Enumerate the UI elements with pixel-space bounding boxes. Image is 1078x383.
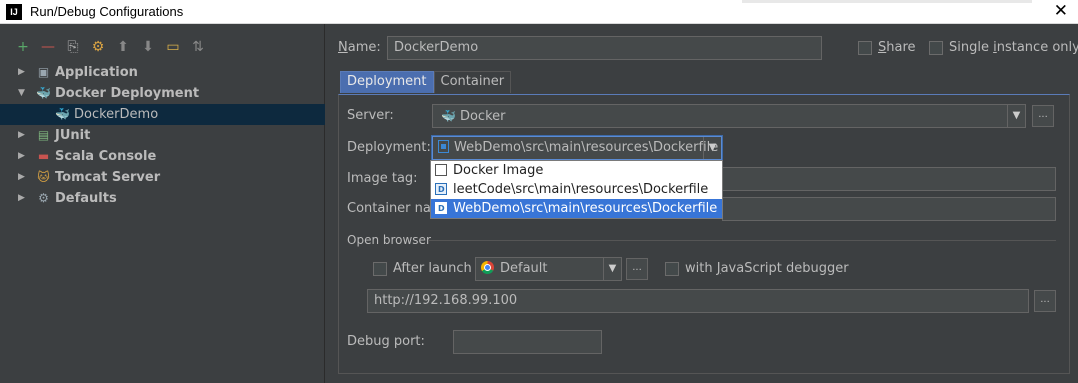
deployment-combo[interactable]: WebDemo\src\main\resources\Dockerfile ▼: [432, 136, 722, 160]
configuration-editor: Name: DockerDemo Share Single instance o…: [326, 24, 1078, 383]
name-field[interactable]: DockerDemo: [387, 36, 822, 60]
dockerfile-icon: [435, 180, 447, 199]
deployment-label: Deployment:: [347, 140, 431, 155]
settings-icon[interactable]: ⚙: [89, 38, 107, 56]
dropdown-option[interactable]: Docker Image: [431, 161, 722, 180]
single-instance-checkbox[interactable]: [929, 41, 943, 55]
server-combo[interactable]: 🐳 Docker ▼: [432, 104, 1026, 128]
defaults-icon: ⚙: [38, 191, 49, 205]
tree-item[interactable]: ▶ ▣ Application: [0, 62, 325, 83]
container-name-field[interactable]: [722, 197, 1056, 221]
chevron-down-icon: ▼: [1007, 105, 1025, 127]
chrome-icon: [481, 261, 494, 274]
docker-icon: 🐳: [55, 107, 70, 121]
add-icon[interactable]: +: [14, 38, 32, 56]
dockerfile-icon: [438, 140, 449, 153]
chevron-right-icon[interactable]: ▶: [18, 188, 25, 209]
tree-item-label: Docker Deployment: [55, 86, 200, 101]
image-tag-field[interactable]: [722, 167, 1056, 191]
tree-item[interactable]: ▶ 🐱 Tomcat Server: [0, 167, 325, 188]
move-down-icon[interactable]: ⬇: [139, 38, 157, 56]
background-window-edge: [742, 0, 1032, 3]
browser-combo[interactable]: Default ▼: [475, 257, 622, 281]
tree-item-label: Defaults: [55, 191, 117, 206]
image-tag-label: Image tag:: [347, 171, 418, 186]
browser-url-field[interactable]: http://192.168.99.100: [367, 289, 1029, 313]
dropdown-option-label: leetCode\src\main\resources\Dockerfile: [453, 182, 709, 197]
url-browse-button[interactable]: ...: [1034, 290, 1056, 312]
chevron-down-icon: ▼: [603, 258, 621, 280]
tree-item-label: DockerDemo: [74, 107, 159, 122]
share-label: Share: [878, 40, 916, 55]
debug-port-field[interactable]: [453, 330, 602, 354]
copy-icon[interactable]: ⎘: [64, 38, 82, 56]
docker-icon: 🐳: [36, 86, 51, 100]
tree-item-label: Tomcat Server: [55, 170, 161, 185]
docker-icon: 🐳: [441, 109, 456, 123]
tree-item-label: Scala Console: [55, 149, 157, 164]
tomcat-icon: 🐱: [37, 170, 50, 184]
image-icon: [435, 164, 447, 176]
after-launch-label: After launch: [393, 261, 472, 276]
chevron-down-icon[interactable]: ▼: [18, 83, 25, 104]
tree-item[interactable]: 🐳 DockerDemo: [0, 104, 325, 125]
tree-item[interactable]: ▶ ▬ Scala Console: [0, 146, 325, 167]
remove-icon[interactable]: —: [39, 38, 57, 56]
dropdown-option-label: Docker Image: [453, 163, 544, 178]
chevron-right-icon[interactable]: ▶: [18, 167, 25, 188]
after-launch-checkbox[interactable]: [373, 262, 387, 276]
chevron-right-icon[interactable]: ▶: [18, 62, 25, 83]
scala-icon: ▬: [37, 149, 50, 163]
folder-icon[interactable]: ▭: [164, 38, 182, 56]
tab-deployment[interactable]: Deployment: [340, 71, 434, 93]
open-browser-section-title: Open browser: [347, 233, 431, 247]
server-browse-button[interactable]: ...: [1032, 105, 1054, 127]
editor-tabs: Deployment Container: [340, 71, 512, 93]
move-up-icon[interactable]: ⬆: [114, 38, 132, 56]
tree-item-label: JUnit: [55, 128, 91, 143]
configurations-sidebar: + — ⎘ ⚙ ⬆ ⬇ ▭ ⇅ ▶ ▣ Application ▼ 🐳 Docker Deploymen…: [0, 24, 325, 383]
junit-icon: ▤: [37, 128, 50, 142]
deployment-dropdown-list: Docker Image leetCode\src\main\resources\…: [430, 160, 723, 219]
server-label: Server:: [347, 108, 394, 123]
chevron-right-icon[interactable]: ▶: [18, 125, 25, 146]
browser-settings-button[interactable]: ...: [626, 258, 648, 280]
dropdown-option[interactable]: WebDemo\src\main\resources\Dockerfile: [431, 199, 722, 218]
sort-icon[interactable]: ⇅: [189, 38, 207, 56]
tree-item[interactable]: ▶ ▤ JUnit: [0, 125, 325, 146]
tree-item[interactable]: ▼ 🐳 Docker Deployment: [0, 83, 325, 104]
single-instance-label: Single instance only: [949, 40, 1078, 55]
title-bar: IJ Run/Debug Configurations ✕: [0, 0, 1078, 24]
js-debugger-label: with JavaScript debugger: [685, 261, 849, 276]
js-debugger-checkbox[interactable]: [665, 262, 679, 276]
debug-port-label: Debug port:: [347, 334, 425, 349]
share-checkbox[interactable]: [858, 41, 872, 55]
name-label: Name:: [338, 40, 381, 55]
configuration-tree: ▶ ▣ Application ▼ 🐳 Docker Deployment 🐳 DockerD…: [0, 62, 325, 209]
tree-item[interactable]: ▶ ⚙ Defaults: [0, 188, 325, 209]
close-icon[interactable]: ✕: [1054, 1, 1068, 21]
intellij-app-icon: IJ: [6, 4, 22, 20]
tree-item-label: Application: [55, 65, 138, 80]
chevron-right-icon[interactable]: ▶: [18, 146, 25, 167]
dropdown-option-label: WebDemo\src\main\resources\Dockerfile: [453, 201, 718, 216]
window-title: Run/Debug Configurations: [30, 4, 184, 19]
section-divider: [428, 240, 1056, 241]
tab-container[interactable]: Container: [433, 71, 512, 93]
sidebar-toolbar: + — ⎘ ⚙ ⬆ ⬇ ▭ ⇅: [14, 38, 207, 56]
dropdown-option[interactable]: leetCode\src\main\resources\Dockerfile: [431, 180, 722, 199]
chevron-down-icon: ▼: [703, 137, 721, 159]
application-icon: ▣: [37, 65, 50, 79]
dockerfile-icon: [435, 199, 447, 218]
